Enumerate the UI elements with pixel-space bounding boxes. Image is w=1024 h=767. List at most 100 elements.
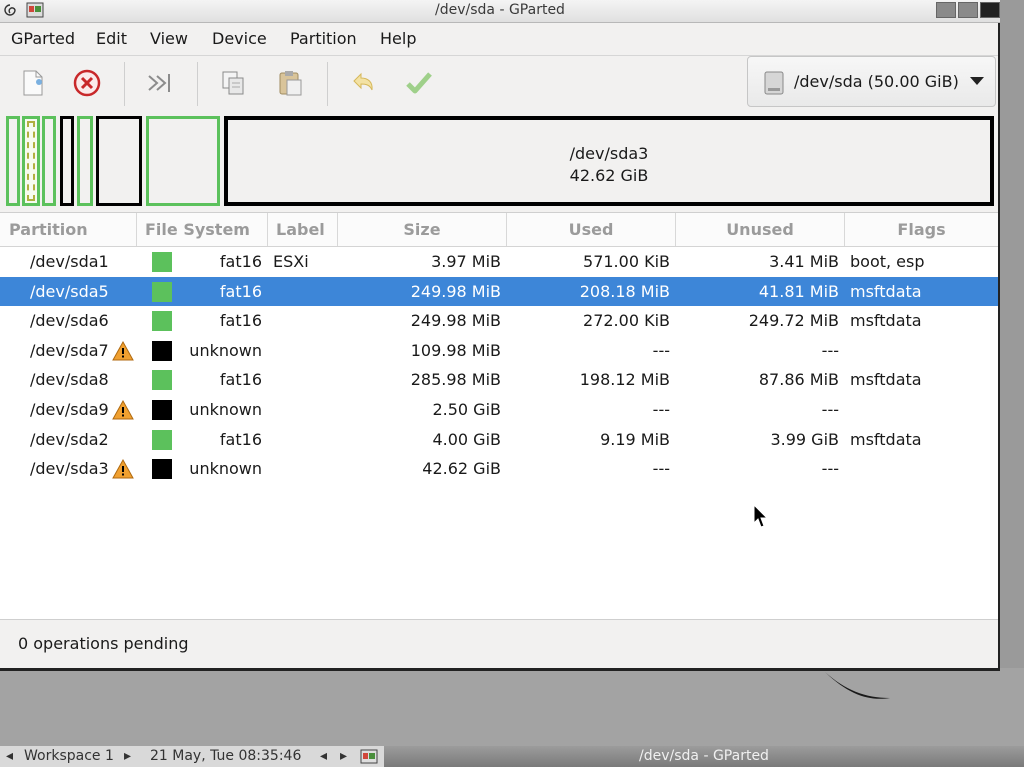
copy-button[interactable]: [214, 66, 252, 100]
partition-unused: ---: [821, 400, 839, 419]
filesystem-type: unknown: [189, 340, 262, 360]
disk-map-sda1[interactable]: [6, 116, 20, 206]
partition-unused: 249.72 MiB: [748, 311, 839, 331]
filesystem-type: unknown: [189, 400, 262, 419]
header-label[interactable]: Label: [268, 213, 338, 246]
partition-size: 42.62 GiB: [422, 459, 501, 479]
menu-bar: GParted Edit View Device Partition Help: [0, 23, 998, 56]
partition-size: 249.98 MiB: [410, 311, 501, 331]
disk-map-sda3-name: /dev/sda3: [569, 144, 649, 163]
operations-pending-text: 0 operations pending: [18, 634, 189, 653]
device-selector[interactable]: /dev/sda (50.00 GiB): [747, 56, 996, 107]
close-button[interactable]: [980, 2, 1000, 18]
toolbar-separator: [197, 62, 198, 106]
header-used[interactable]: Used: [507, 213, 676, 246]
partition-unused: ---: [821, 459, 839, 479]
toolbar-separator: [124, 62, 125, 106]
partition-unused: 87.86 MiB: [758, 370, 839, 390]
resize-move-icon: [148, 74, 170, 92]
partition-used: ---: [652, 340, 670, 360]
taskbar-next-icon[interactable]: ▸: [340, 748, 347, 764]
gparted-task-icon[interactable]: [360, 749, 378, 764]
new-partition-button[interactable]: [14, 66, 52, 100]
partition-name: /dev/sda9: [30, 400, 109, 419]
menu-partition[interactable]: Partition: [290, 29, 357, 48]
header-flags[interactable]: Flags: [845, 213, 998, 246]
disk-map-sda8[interactable]: [77, 116, 93, 206]
header-unused[interactable]: Unused: [676, 213, 845, 246]
partition-list-header: Partition File System Label Size Used Un…: [0, 213, 998, 247]
partition-flags: msftdata: [850, 370, 922, 390]
paste-button[interactable]: [271, 66, 309, 100]
partition-unused: 3.41 MiB: [769, 252, 839, 271]
menu-gparted[interactable]: GParted: [11, 29, 75, 48]
filesystem-type: fat16: [219, 429, 262, 449]
disk-map-sda9[interactable]: [96, 116, 142, 206]
filesystem-type: unknown: [189, 459, 262, 479]
partition-flags: msftdata: [850, 311, 922, 331]
taskbar-window-button[interactable]: /dev/sda - GParted: [384, 748, 1024, 764]
header-file-system[interactable]: File System: [137, 213, 268, 246]
table-row[interactable]: /dev/sda1 fat16 ESXi 3.97 MiB 571.00 KiB 3.41…: [0, 247, 998, 276]
menu-edit[interactable]: Edit: [96, 29, 127, 48]
table-row[interactable]: /dev/sda5 fat16 249.98 MiB 208.18 MiB 41.81 …: [0, 276, 998, 306]
panel-clock: 21 May, Tue 08:35:46: [150, 748, 302, 764]
filesystem-color-swatch: [152, 429, 172, 450]
workspace-next-icon[interactable]: ▸: [124, 748, 131, 764]
table-row[interactable]: /dev/sda2 fat16 4.00 GiB 9.19 MiB 3.99 GiB ms…: [0, 425, 998, 454]
partition-label: ESXi: [273, 252, 309, 271]
delete-button[interactable]: [68, 66, 106, 100]
filesystem-type: fat16: [219, 311, 262, 331]
partition-flags: msftdata: [850, 429, 922, 449]
partition-unused: ---: [821, 340, 839, 360]
partition-used: ---: [652, 459, 670, 479]
menu-view[interactable]: View: [150, 29, 188, 48]
taskbar-prev-icon[interactable]: ◂: [320, 748, 327, 764]
workspace-label[interactable]: Workspace 1: [24, 748, 114, 764]
partition-used: 272.00 KiB: [583, 311, 670, 331]
filesystem-color-swatch: [152, 311, 172, 332]
title-bar[interactable]: /dev/sda - GParted: [0, 0, 1000, 23]
partition-size: 249.98 MiB: [410, 281, 501, 301]
apply-button[interactable]: [400, 66, 438, 100]
menu-device[interactable]: Device: [212, 29, 267, 48]
status-bar: 0 operations pending: [0, 620, 998, 666]
chevron-down-icon: [970, 77, 984, 85]
partition-used: 198.12 MiB: [579, 370, 670, 390]
gparted-window: /dev/sda - GParted GParted Edit View Dev…: [0, 0, 1000, 671]
filesystem-type: fat16: [219, 252, 262, 271]
disk-map-sda6[interactable]: [42, 116, 56, 206]
maximize-button[interactable]: [958, 2, 978, 18]
table-row[interactable]: /dev/sda7 unknown 109.98 MiB --- ---: [0, 336, 998, 365]
copy-icon: [222, 71, 244, 95]
header-size[interactable]: Size: [338, 213, 507, 246]
warning-icon: [112, 459, 134, 479]
partition-flags: msftdata: [850, 281, 922, 301]
minimize-button[interactable]: [936, 2, 956, 18]
disk-map-sda2[interactable]: [146, 116, 220, 206]
taskbar: ◂ Workspace 1 ▸ 21 May, Tue 08:35:46 ◂ ▸…: [0, 746, 1024, 767]
disk-map-sda7[interactable]: [60, 116, 74, 206]
disk-map-sda3[interactable]: /dev/sda3 42.62 GiB: [224, 116, 994, 206]
table-row[interactable]: /dev/sda8 fat16 285.98 MiB 198.12 MiB 87.86 …: [0, 365, 998, 394]
partition-name: /dev/sda1: [30, 252, 109, 271]
resize-move-button[interactable]: [141, 66, 179, 100]
table-row[interactable]: /dev/sda9 unknown 2.50 GiB --- ---: [0, 395, 998, 424]
workspace-prev-icon[interactable]: ◂: [6, 748, 13, 764]
taskbar-left: ◂ Workspace 1 ▸ 21 May, Tue 08:35:46 ◂ ▸: [0, 746, 384, 767]
table-row[interactable]: /dev/sda6 fat16 249.98 MiB 272.00 KiB 249.72…: [0, 306, 998, 335]
wallpaper-swoosh: [825, 672, 890, 699]
header-partition[interactable]: Partition: [0, 213, 137, 246]
partition-used: 208.18 MiB: [579, 281, 670, 301]
undo-button[interactable]: [344, 66, 382, 100]
partition-name: /dev/sda5: [30, 281, 109, 301]
disk-map-sda5[interactable]: [22, 116, 40, 206]
filesystem-type: fat16: [219, 370, 262, 390]
filesystem-color-swatch: [152, 252, 172, 272]
partition-size: 109.98 MiB: [410, 340, 501, 360]
menu-help[interactable]: Help: [380, 29, 416, 48]
partition-name: /dev/sda3: [30, 459, 109, 479]
table-row[interactable]: /dev/sda3 unknown 42.62 GiB --- ---: [0, 454, 998, 483]
filesystem-color-swatch: [152, 459, 172, 480]
partition-flags: boot, esp: [850, 252, 925, 271]
